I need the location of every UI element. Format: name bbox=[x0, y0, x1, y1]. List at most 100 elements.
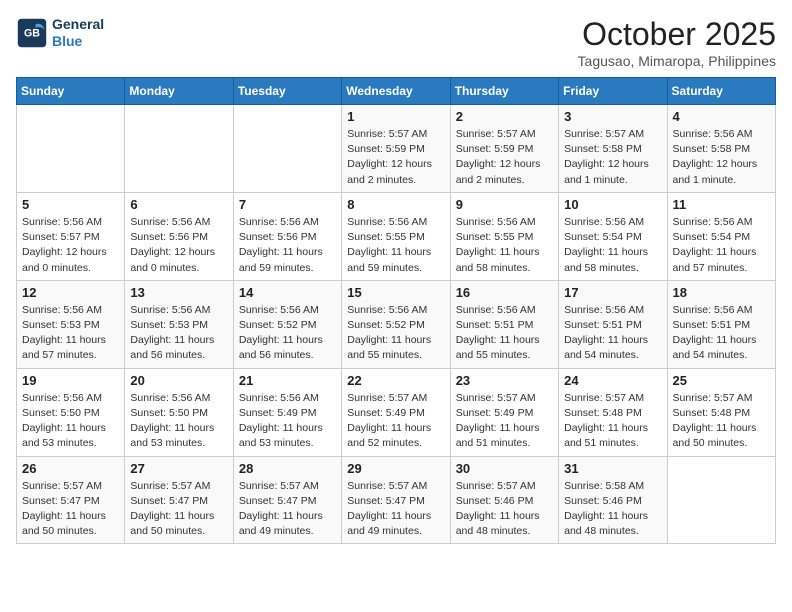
day-info: Sunrise: 5:57 AM Sunset: 5:58 PM Dayligh… bbox=[564, 127, 661, 188]
calendar-day-cell: 26 Sunrise: 5:57 AM Sunset: 5:47 PM Dayli… bbox=[17, 456, 125, 544]
day-info: Sunrise: 5:57 AM Sunset: 5:49 PM Dayligh… bbox=[347, 391, 444, 452]
calendar-day-cell: 20 Sunrise: 5:56 AM Sunset: 5:50 PM Dayli… bbox=[125, 368, 233, 456]
day-info: Sunrise: 5:56 AM Sunset: 5:53 PM Dayligh… bbox=[22, 303, 119, 364]
day-info: Sunrise: 5:57 AM Sunset: 5:49 PM Dayligh… bbox=[456, 391, 553, 452]
logo-text: General Blue bbox=[52, 16, 104, 50]
day-info: Sunrise: 5:57 AM Sunset: 5:46 PM Dayligh… bbox=[456, 479, 553, 540]
day-number: 3 bbox=[564, 109, 661, 124]
calendar-week-row: 19 Sunrise: 5:56 AM Sunset: 5:50 PM Dayli… bbox=[17, 368, 776, 456]
calendar-day-cell: 2 Sunrise: 5:57 AM Sunset: 5:59 PM Daylig… bbox=[450, 105, 558, 193]
calendar-day-cell: 6 Sunrise: 5:56 AM Sunset: 5:56 PM Daylig… bbox=[125, 192, 233, 280]
day-info: Sunrise: 5:56 AM Sunset: 5:55 PM Dayligh… bbox=[456, 215, 553, 276]
calendar-day-cell bbox=[125, 105, 233, 193]
day-number: 4 bbox=[673, 109, 770, 124]
day-of-week-header: Tuesday bbox=[233, 78, 341, 105]
calendar-day-cell: 14 Sunrise: 5:56 AM Sunset: 5:52 PM Dayli… bbox=[233, 280, 341, 368]
location-subtitle: Tagusao, Mimaropa, Philippines bbox=[578, 53, 776, 69]
day-info: Sunrise: 5:58 AM Sunset: 5:46 PM Dayligh… bbox=[564, 479, 661, 540]
day-number: 14 bbox=[239, 285, 336, 300]
calendar-week-row: 1 Sunrise: 5:57 AM Sunset: 5:59 PM Daylig… bbox=[17, 105, 776, 193]
calendar-day-cell: 19 Sunrise: 5:56 AM Sunset: 5:50 PM Dayli… bbox=[17, 368, 125, 456]
day-number: 20 bbox=[130, 373, 227, 388]
logo-line2: Blue bbox=[52, 33, 82, 49]
day-number: 5 bbox=[22, 197, 119, 212]
calendar-day-cell: 31 Sunrise: 5:58 AM Sunset: 5:46 PM Dayli… bbox=[559, 456, 667, 544]
day-of-week-header: Thursday bbox=[450, 78, 558, 105]
day-info: Sunrise: 5:57 AM Sunset: 5:48 PM Dayligh… bbox=[673, 391, 770, 452]
logo: GB General Blue bbox=[16, 16, 104, 50]
day-info: Sunrise: 5:56 AM Sunset: 5:50 PM Dayligh… bbox=[22, 391, 119, 452]
day-number: 28 bbox=[239, 461, 336, 476]
month-title: October 2025 bbox=[578, 16, 776, 53]
day-number: 12 bbox=[22, 285, 119, 300]
calendar-day-cell: 10Sunrise: 5:56 AM Sunset: 5:54 PM Dayli… bbox=[559, 192, 667, 280]
calendar-day-cell: 25 Sunrise: 5:57 AM Sunset: 5:48 PM Dayli… bbox=[667, 368, 775, 456]
day-info: Sunrise: 5:56 AM Sunset: 5:57 PM Dayligh… bbox=[22, 215, 119, 276]
day-number: 2 bbox=[456, 109, 553, 124]
calendar-day-cell: 7Sunrise: 5:56 AM Sunset: 5:56 PM Daylig… bbox=[233, 192, 341, 280]
day-info: Sunrise: 5:57 AM Sunset: 5:47 PM Dayligh… bbox=[22, 479, 119, 540]
calendar-day-cell: 18 Sunrise: 5:56 AM Sunset: 5:51 PM Dayli… bbox=[667, 280, 775, 368]
day-number: 30 bbox=[456, 461, 553, 476]
calendar-day-cell: 21Sunrise: 5:56 AM Sunset: 5:49 PM Dayli… bbox=[233, 368, 341, 456]
day-number: 27 bbox=[130, 461, 227, 476]
day-info: Sunrise: 5:56 AM Sunset: 5:56 PM Dayligh… bbox=[239, 215, 336, 276]
day-info: Sunrise: 5:56 AM Sunset: 5:50 PM Dayligh… bbox=[130, 391, 227, 452]
day-number: 26 bbox=[22, 461, 119, 476]
calendar-header-row: SundayMondayTuesdayWednesdayThursdayFrid… bbox=[17, 78, 776, 105]
day-info: Sunrise: 5:56 AM Sunset: 5:56 PM Dayligh… bbox=[130, 215, 227, 276]
day-info: Sunrise: 5:56 AM Sunset: 5:52 PM Dayligh… bbox=[347, 303, 444, 364]
day-number: 17 bbox=[564, 285, 661, 300]
day-number: 9 bbox=[456, 197, 553, 212]
calendar-day-cell: 29Sunrise: 5:57 AM Sunset: 5:47 PM Dayli… bbox=[342, 456, 450, 544]
calendar-day-cell: 30 Sunrise: 5:57 AM Sunset: 5:46 PM Dayli… bbox=[450, 456, 558, 544]
day-info: Sunrise: 5:56 AM Sunset: 5:51 PM Dayligh… bbox=[564, 303, 661, 364]
day-info: Sunrise: 5:56 AM Sunset: 5:51 PM Dayligh… bbox=[673, 303, 770, 364]
day-info: Sunrise: 5:56 AM Sunset: 5:54 PM Dayligh… bbox=[564, 215, 661, 276]
calendar-day-cell: 17 Sunrise: 5:56 AM Sunset: 5:51 PM Dayli… bbox=[559, 280, 667, 368]
logo-icon: GB bbox=[16, 17, 48, 49]
day-number: 25 bbox=[673, 373, 770, 388]
calendar-day-cell: 12 Sunrise: 5:56 AM Sunset: 5:53 PM Dayli… bbox=[17, 280, 125, 368]
day-info: Sunrise: 5:56 AM Sunset: 5:52 PM Dayligh… bbox=[239, 303, 336, 364]
calendar-day-cell bbox=[17, 105, 125, 193]
day-number: 13 bbox=[130, 285, 227, 300]
day-number: 22 bbox=[347, 373, 444, 388]
day-info: Sunrise: 5:56 AM Sunset: 5:55 PM Dayligh… bbox=[347, 215, 444, 276]
day-number: 8 bbox=[347, 197, 444, 212]
day-of-week-header: Monday bbox=[125, 78, 233, 105]
calendar-day-cell: 8 Sunrise: 5:56 AM Sunset: 5:55 PM Daylig… bbox=[342, 192, 450, 280]
day-info: Sunrise: 5:57 AM Sunset: 5:59 PM Dayligh… bbox=[456, 127, 553, 188]
calendar-day-cell: 28 Sunrise: 5:57 AM Sunset: 5:47 PM Dayli… bbox=[233, 456, 341, 544]
calendar-day-cell: 9 Sunrise: 5:56 AM Sunset: 5:55 PM Daylig… bbox=[450, 192, 558, 280]
calendar-day-cell: 27 Sunrise: 5:57 AM Sunset: 5:47 PM Dayli… bbox=[125, 456, 233, 544]
day-number: 11 bbox=[673, 197, 770, 212]
day-info: Sunrise: 5:57 AM Sunset: 5:47 PM Dayligh… bbox=[239, 479, 336, 540]
day-info: Sunrise: 5:57 AM Sunset: 5:47 PM Dayligh… bbox=[130, 479, 227, 540]
day-info: Sunrise: 5:57 AM Sunset: 5:48 PM Dayligh… bbox=[564, 391, 661, 452]
calendar-day-cell: 22 Sunrise: 5:57 AM Sunset: 5:49 PM Dayli… bbox=[342, 368, 450, 456]
day-info: Sunrise: 5:56 AM Sunset: 5:58 PM Dayligh… bbox=[673, 127, 770, 188]
logo-line1: General bbox=[52, 16, 104, 33]
day-info: Sunrise: 5:57 AM Sunset: 5:47 PM Dayligh… bbox=[347, 479, 444, 540]
day-number: 31 bbox=[564, 461, 661, 476]
calendar-day-cell: 11Sunrise: 5:56 AM Sunset: 5:54 PM Dayli… bbox=[667, 192, 775, 280]
day-number: 21 bbox=[239, 373, 336, 388]
day-of-week-header: Sunday bbox=[17, 78, 125, 105]
day-number: 6 bbox=[130, 197, 227, 212]
calendar-table: SundayMondayTuesdayWednesdayThursdayFrid… bbox=[16, 77, 776, 544]
day-info: Sunrise: 5:57 AM Sunset: 5:59 PM Dayligh… bbox=[347, 127, 444, 188]
day-number: 19 bbox=[22, 373, 119, 388]
day-number: 15 bbox=[347, 285, 444, 300]
day-number: 18 bbox=[673, 285, 770, 300]
calendar-week-row: 5 Sunrise: 5:56 AM Sunset: 5:57 PM Daylig… bbox=[17, 192, 776, 280]
svg-text:GB: GB bbox=[24, 27, 40, 39]
day-info: Sunrise: 5:56 AM Sunset: 5:53 PM Dayligh… bbox=[130, 303, 227, 364]
day-info: Sunrise: 5:56 AM Sunset: 5:51 PM Dayligh… bbox=[456, 303, 553, 364]
calendar-day-cell: 3 Sunrise: 5:57 AM Sunset: 5:58 PM Daylig… bbox=[559, 105, 667, 193]
day-number: 1 bbox=[347, 109, 444, 124]
day-number: 23 bbox=[456, 373, 553, 388]
day-of-week-header: Saturday bbox=[667, 78, 775, 105]
calendar-day-cell: 5 Sunrise: 5:56 AM Sunset: 5:57 PM Daylig… bbox=[17, 192, 125, 280]
day-number: 16 bbox=[456, 285, 553, 300]
